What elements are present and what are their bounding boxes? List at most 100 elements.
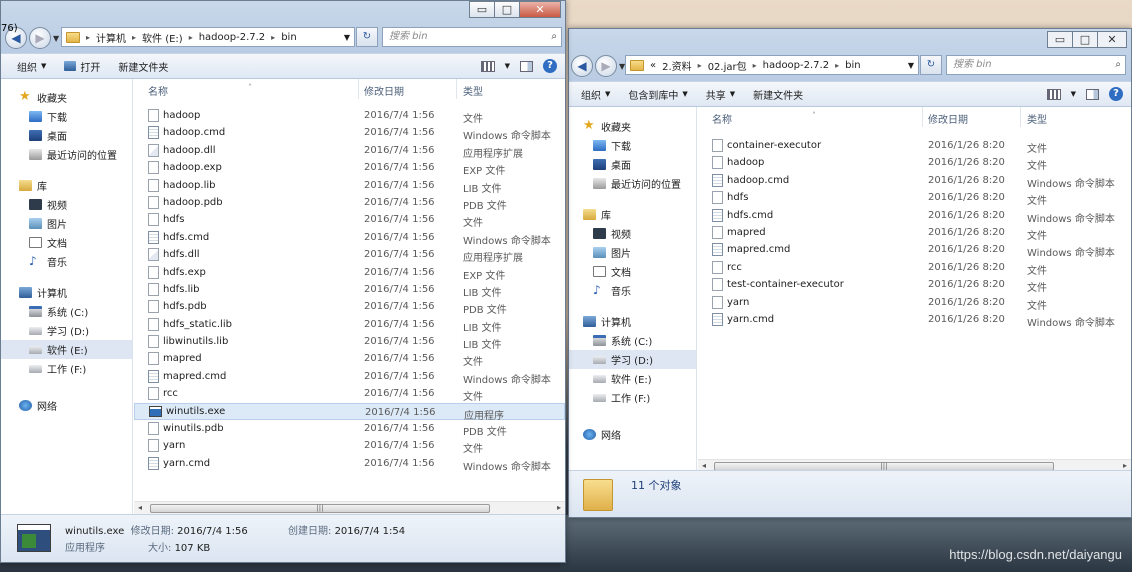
file-row[interactable]: hadoop 2016/7/4 1:56 文件 [134,107,565,125]
file-row[interactable]: winutils.pdb 2016/7/4 1:56 PDB 文件 [134,420,565,438]
nav-libraries[interactable]: 库 [1,176,132,195]
nav-drive-c[interactable]: 系统 (C:) [1,302,132,321]
nav-downloads[interactable]: 下载 [569,136,696,155]
column-type[interactable]: 类型 [463,83,483,98]
column-name[interactable]: 名称 [148,83,168,98]
nav-network[interactable]: 网络 [1,396,132,415]
nav-libraries[interactable]: 库 [569,205,696,224]
back-button[interactable]: ◀ [571,55,593,77]
file-row[interactable]: container-executor 2016/1/26 8:20 文件 [698,137,1131,155]
preview-pane-icon[interactable] [520,60,533,72]
nav-computer[interactable]: 计算机 [569,312,696,331]
scroll-right-icon[interactable]: ▸ [557,503,561,512]
search-input[interactable]: 搜索 bin ⌕ [946,55,1126,75]
close-button[interactable]: ✕ [519,1,561,18]
nav-favorites[interactable]: ★ 收藏夹 [1,88,132,107]
nav-videos[interactable]: 视频 [569,224,696,243]
close-button[interactable]: ✕ [1097,31,1127,48]
search-icon[interactable]: ⌕ [1115,56,1121,74]
view-options-icon[interactable] [1046,88,1061,100]
file-row[interactable]: hdfs_static.lib 2016/7/4 1:56 LIB 文件 [134,316,565,334]
forward-button[interactable]: ▶ [595,55,617,77]
address-dropdown-icon[interactable]: ▼ [908,61,914,70]
chevron-down-icon[interactable]: ▼ [1071,90,1076,98]
help-icon[interactable]: ? [543,59,557,73]
chevron-down-icon[interactable]: ▼ [505,62,510,70]
file-row[interactable]: yarn 2016/7/4 1:56 文件 [134,437,565,455]
nav-drive-d[interactable]: 学习 (D:) [569,350,696,369]
new-folder-button[interactable]: 新建文件夹 [744,87,812,102]
nav-drive-e[interactable]: 软件 (E:) [569,369,696,388]
refresh-button[interactable]: ↻ [920,55,942,75]
nav-recent[interactable]: 最近访问的位置 [1,145,132,164]
breadcrumb-bin[interactable]: bin [845,60,860,71]
scroll-left-icon[interactable]: ◂ [138,503,142,512]
file-row[interactable]: yarn.cmd 2016/7/4 1:56 Windows 命令脚本 [134,455,565,473]
breadcrumb-hadoop[interactable]: hadoop-2.7.2 [763,60,829,71]
include-in-library-menu[interactable]: 包含到库中 ▼ [619,87,696,102]
address-dropdown-icon[interactable]: ▼ [344,33,350,42]
nav-music[interactable]: ♪ 音乐 [569,281,696,300]
file-row[interactable]: rcc 2016/7/4 1:56 文件 [134,385,565,403]
breadcrumb-overflow[interactable]: « [650,60,656,71]
view-options-icon[interactable] [480,60,495,72]
search-icon[interactable]: ⌕ [551,28,557,46]
nav-favorites[interactable]: ★ 收藏夹 [569,117,696,136]
file-row[interactable]: yarn 2016/1/26 8:20 文件 [698,294,1131,312]
nav-drive-c[interactable]: 系统 (C:) [569,331,696,350]
file-row[interactable]: mapred 2016/1/26 8:20 文件 [698,224,1131,242]
file-row[interactable]: hdfs 2016/1/26 8:20 文件 [698,189,1131,207]
file-row[interactable]: hadoop.cmd 2016/1/26 8:20 Windows 命令脚本 [698,172,1131,190]
breadcrumb-jar[interactable]: 02.jar包 [708,58,747,73]
horizontal-scrollbar[interactable]: ◂ ||| ▸ [134,501,565,515]
nav-recent[interactable]: 最近访问的位置 [569,174,696,193]
nav-drive-f[interactable]: 工作 (F:) [1,359,132,378]
scrollbar-thumb[interactable]: ||| [150,504,490,513]
file-row[interactable]: winutils.exe 2016/7/4 1:56 应用程序 [134,402,565,422]
nav-videos[interactable]: 视频 [1,195,132,214]
breadcrumb-drive-e[interactable]: 软件 (E:) [142,30,183,45]
breadcrumb-resources[interactable]: 2.资料 [662,58,692,73]
address-bar[interactable]: « 2.资料 ▸ 02.jar包 ▸ hadoop-2.7.2 ▸ bin ▼ [625,55,919,75]
file-row[interactable]: hdfs.cmd 2016/1/26 8:20 Windows 命令脚本 [698,207,1131,225]
file-row[interactable]: hadoop.exp 2016/7/4 1:56 EXP 文件 [134,159,565,177]
file-row[interactable]: hadoop.pdb 2016/7/4 1:56 PDB 文件 [134,194,565,212]
recent-pages-dropdown[interactable]: ▼ [53,34,59,43]
maximize-button[interactable]: □ [1072,31,1098,48]
search-input[interactable]: 搜索 bin ⌕ [382,27,562,47]
file-row[interactable]: hadoop.cmd 2016/7/4 1:56 Windows 命令脚本 [134,124,565,142]
file-row[interactable]: test-container-executor 2016/1/26 8:20 文件 [698,276,1131,294]
nav-documents[interactable]: 文档 [1,233,132,252]
maximize-button[interactable]: □ [494,1,520,18]
breadcrumb-bin[interactable]: bin [281,32,296,43]
scroll-right-icon[interactable]: ▸ [1123,461,1127,470]
forward-button[interactable]: ▶ [29,27,51,49]
nav-downloads[interactable]: 下载 [1,107,132,126]
nav-music[interactable]: ♪ 音乐 [1,252,132,271]
file-row[interactable]: yarn.cmd 2016/1/26 8:20 Windows 命令脚本 [698,311,1131,329]
file-row[interactable]: hadoop.dll 2016/7/4 1:56 应用程序扩展 [134,142,565,160]
minimize-button[interactable]: ▭ [469,1,495,18]
nav-drive-f[interactable]: 工作 (F:) [569,388,696,407]
nav-drive-d[interactable]: 学习 (D:) [1,321,132,340]
refresh-button[interactable]: ↻ [356,27,378,47]
nav-network[interactable]: 网络 [569,425,696,444]
file-row[interactable]: mapred.cmd 2016/7/4 1:56 Windows 命令脚本 [134,368,565,386]
nav-pictures[interactable]: 图片 [1,214,132,233]
column-date[interactable]: 修改日期 [364,83,404,98]
file-row[interactable]: hdfs.pdb 2016/7/4 1:56 PDB 文件 [134,298,565,316]
file-row[interactable]: hdfs.dll 2016/7/4 1:56 应用程序扩展 [134,246,565,264]
file-row[interactable]: libwinutils.lib 2016/7/4 1:56 LIB 文件 [134,333,565,351]
minimize-button[interactable]: ▭ [1047,31,1073,48]
address-bar[interactable]: ▸ 计算机 ▸ 软件 (E:) ▸ hadoop-2.7.2 ▸ bin ▼ [61,27,355,47]
column-type[interactable]: 类型 [1027,111,1047,126]
file-row[interactable]: hdfs.cmd 2016/7/4 1:56 Windows 命令脚本 [134,229,565,247]
file-row[interactable]: mapred 2016/7/4 1:56 文件 [134,350,565,368]
file-row[interactable]: hadoop.lib 2016/7/4 1:56 LIB 文件 [134,177,565,195]
nav-desktop[interactable]: 桌面 [1,126,132,145]
scroll-left-icon[interactable]: ◂ [702,461,706,470]
new-folder-button[interactable]: 新建文件夹 [109,59,177,74]
file-row[interactable]: hdfs.lib 2016/7/4 1:56 LIB 文件 [134,281,565,299]
column-date[interactable]: 修改日期 [928,111,968,126]
column-name[interactable]: 名称 [712,111,732,126]
